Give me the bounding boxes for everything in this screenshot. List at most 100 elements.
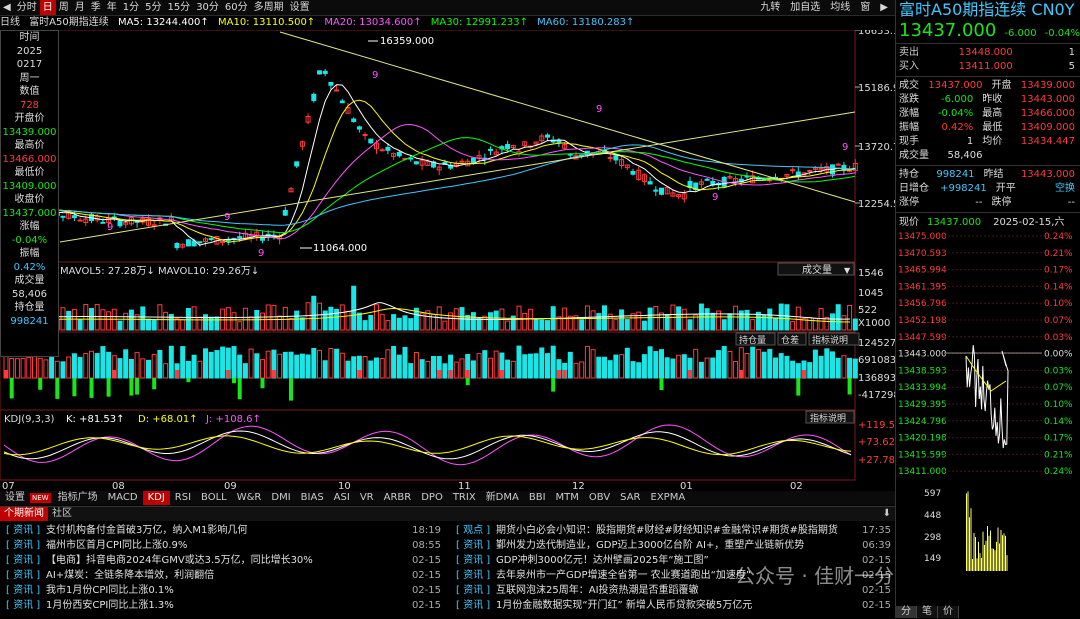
period-tab-9[interactable]: 30分 bbox=[193, 0, 222, 15]
period-tab-5[interactable]: 年 bbox=[104, 0, 120, 15]
news-item[interactable]: [ 资讯 ] 1月份金融数据实现“开门红” 新增人民币贷款突破5万亿元 02-15 bbox=[450, 598, 895, 613]
volume-bar bbox=[317, 302, 322, 331]
indicator-tab-3[interactable]: MACD bbox=[103, 491, 143, 505]
candle-body bbox=[379, 149, 385, 152]
indicator-tab-20[interactable]: EXPMA bbox=[646, 491, 691, 505]
news-title[interactable]: 福州市区首月CPI同比上涨0.9% bbox=[46, 538, 401, 553]
intraday-price-label: 13411.000 bbox=[898, 467, 947, 477]
news-title[interactable]: 我市1月份CPI同比上涨0.1% bbox=[46, 583, 401, 598]
period-tab-7[interactable]: 5分 bbox=[142, 0, 164, 15]
news-title[interactable]: AI+煤炭：全链条降本增效，利润翻倍 bbox=[46, 568, 401, 583]
tab-futures-news[interactable]: 个期新闻 bbox=[0, 507, 48, 521]
indicator-tab-15[interactable]: 新DMA bbox=[481, 491, 524, 505]
indicator-tab-12[interactable]: ARBR bbox=[379, 491, 417, 505]
intraday-vol-bar bbox=[999, 543, 1000, 571]
tab-community[interactable]: 社区 bbox=[48, 507, 76, 521]
volume-bar bbox=[345, 310, 351, 331]
candle-body bbox=[704, 178, 710, 181]
kdj-axis-label: +27.78 bbox=[858, 455, 895, 466]
news-title[interactable]: 期货小白必会小知识：股指期货#财经#财经知识#金融常识#期货#股指期货 bbox=[496, 523, 851, 538]
stat-cell: 开盘 bbox=[991, 80, 1012, 91]
chart-area[interactable]: 16653.16 15186.97 13720.78 12254.58 16359.00… bbox=[0, 30, 895, 491]
indicator-tab-16[interactable]: BBI bbox=[524, 491, 551, 505]
stat-cell: -6.000 bbox=[941, 94, 974, 105]
news-title[interactable]: 1月份西安CPI同比上涨1.3% bbox=[46, 598, 401, 613]
intraday-chart[interactable]: 13475.000 0.24% 13470.593 0.21% 13465.994 0.1… bbox=[896, 231, 1080, 581]
info-row: 涨幅 bbox=[19, 221, 40, 232]
intraday-tab-1[interactable]: 笔 bbox=[917, 606, 938, 618]
period-tab-11[interactable]: 多周期 bbox=[251, 0, 287, 15]
news-item[interactable]: [ 观点 ] 期货小白必会小知识：股指期货#财经#财经知识#金融常识#期货#股指期… bbox=[450, 523, 895, 538]
intraday-pct-label: 0.03% bbox=[1044, 366, 1073, 376]
indicator-tab-17[interactable]: MTM bbox=[551, 491, 584, 505]
oi-diff-bar bbox=[437, 370, 442, 378]
toolbar-right-btn-2[interactable]: 均线 bbox=[827, 0, 853, 15]
indicator-tab-10[interactable]: ASI bbox=[329, 491, 355, 505]
news-tag: [ 资讯 ] bbox=[6, 570, 41, 581]
oi-bar bbox=[431, 355, 436, 379]
volume-bar bbox=[180, 319, 186, 331]
volume-bar bbox=[676, 306, 682, 331]
period-tab-0[interactable]: 分时 bbox=[14, 0, 40, 15]
candle-body bbox=[647, 181, 653, 185]
period-tab-10[interactable]: 60分 bbox=[222, 0, 251, 15]
news-item[interactable]: [ 资讯 ] 鄞州发力迭代制造业，GDP迈上3000亿台阶 AI+，重塑产业链新优… bbox=[450, 538, 895, 553]
stat-row: 涨跌 -6.000 昨收 13443.000 bbox=[896, 93, 1080, 107]
volume-bar bbox=[773, 317, 778, 331]
oi-bar bbox=[493, 350, 499, 379]
intraday-tab-0[interactable]: 分 bbox=[896, 606, 917, 618]
ma60-value: MA60: 13180.283↑ bbox=[537, 17, 635, 28]
news-title[interactable]: 1月份金融数据实现“开门红” 新增人民币贷款突破5万亿元 bbox=[496, 598, 851, 613]
next-arrow-icon[interactable]: ▶ bbox=[877, 0, 891, 15]
news-tag: [ 资讯 ] bbox=[6, 555, 41, 566]
oi-bar bbox=[334, 348, 340, 379]
news-title[interactable]: 【电商】抖音电商2024年GMV或达3.5万亿，同比增长30% bbox=[46, 553, 401, 568]
intraday-price-line bbox=[965, 345, 1009, 449]
toolbar-right-btn-0[interactable]: 九转 bbox=[757, 0, 783, 15]
indicator-tab-19[interactable]: SAR bbox=[615, 491, 645, 505]
intraday-pct-label: 0.24% bbox=[1044, 232, 1073, 242]
oi-bar bbox=[54, 360, 60, 379]
period-tab-4[interactable]: 季 bbox=[88, 0, 104, 15]
toolbar-right-btn-1[interactable]: 加自选 bbox=[787, 0, 823, 15]
indicator-tab-2[interactable]: 指标广场 bbox=[53, 491, 103, 505]
news-item[interactable]: [ 资讯 ] AI+煤炭：全链条降本增效，利润翻倍 02-15 bbox=[0, 568, 445, 583]
indicator-tab-13[interactable]: DPO bbox=[416, 491, 448, 505]
indicator-tab-8[interactable]: DMI bbox=[266, 491, 295, 505]
back-arrow-icon[interactable]: ◀ bbox=[0, 0, 14, 15]
period-tab-12[interactable]: 设置 bbox=[287, 0, 313, 15]
intraday-tab-2[interactable]: 价 bbox=[938, 606, 959, 618]
news-title[interactable]: 支付机构备付金首破3万亿，纳入M1影响几何 bbox=[46, 523, 401, 538]
indicator-tab-9[interactable]: BIAS bbox=[296, 491, 329, 505]
indicator-tab-7[interactable]: W&R bbox=[232, 491, 267, 505]
period-tab-2[interactable]: 周 bbox=[56, 0, 72, 15]
indicator-tab-0[interactable]: 设置 bbox=[0, 491, 30, 505]
volume-bar bbox=[334, 308, 340, 331]
indicator-tab-4[interactable]: KDJ bbox=[142, 491, 170, 505]
indicator-tab-5[interactable]: RSI bbox=[170, 491, 196, 505]
news-item[interactable]: [ 资讯 ] 福州市区首月CPI同比上涨0.9% 08:55 bbox=[0, 538, 445, 553]
info-row: 周一 bbox=[19, 72, 40, 84]
news-item[interactable]: [ 资讯 ] 1月份西安CPI同比上涨1.3% 02-15 bbox=[0, 598, 445, 613]
oi-bar bbox=[659, 349, 664, 379]
download-icon[interactable]: ⬇ bbox=[883, 507, 895, 521]
period-tab-3[interactable]: 月 bbox=[72, 0, 88, 15]
news-item[interactable]: [ 资讯 ] 【电商】抖音电商2024年GMV或达3.5万亿，同比增长30% 02-… bbox=[0, 553, 445, 568]
oi-bar bbox=[539, 347, 545, 379]
period-tab-6[interactable]: 1分 bbox=[120, 0, 142, 15]
news-title[interactable]: 鄞州发力迭代制造业，GDP迈上3000亿台阶 AI+，重塑产业链新优势 bbox=[496, 538, 851, 553]
intraday-vol-bar bbox=[966, 493, 967, 571]
period-tab-1[interactable]: 日 bbox=[39, 0, 56, 15]
news-item[interactable]: [ 资讯 ] 我市1月份CPI同比上涨0.1% 02-15 bbox=[0, 583, 445, 598]
period-tab-8[interactable]: 15分 bbox=[164, 0, 193, 15]
indicator-tab-11[interactable]: VR bbox=[355, 491, 379, 505]
volume-bar bbox=[356, 312, 362, 331]
indicator-tab-18[interactable]: OBV bbox=[584, 491, 615, 505]
oi-bar bbox=[607, 360, 613, 379]
toolbar-right-btn-3[interactable]: 窗 bbox=[857, 0, 873, 15]
indicator-tab-14[interactable]: TRIX bbox=[448, 491, 481, 505]
oi-bar bbox=[339, 352, 345, 379]
volume-bar bbox=[408, 318, 414, 331]
indicator-tab-6[interactable]: BOLL bbox=[196, 491, 232, 505]
news-item[interactable]: [ 资讯 ] 支付机构备付金首破3万亿，纳入M1影响几何 18:19 bbox=[0, 523, 445, 538]
